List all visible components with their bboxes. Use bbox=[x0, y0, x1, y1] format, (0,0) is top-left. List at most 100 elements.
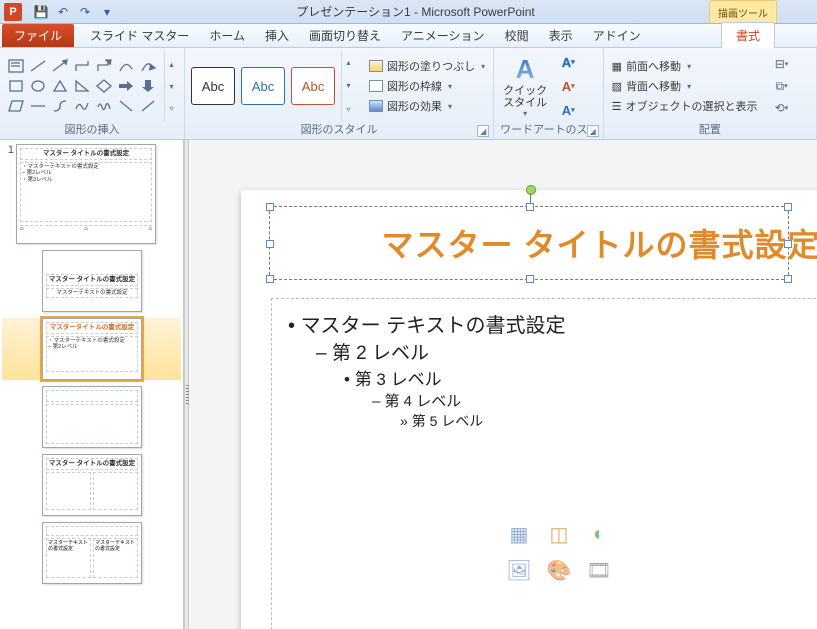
insert-table-icon[interactable]: ▦ bbox=[502, 519, 536, 549]
shape-line3-icon[interactable] bbox=[116, 97, 136, 115]
qat-customize-icon[interactable]: ▾ bbox=[98, 3, 116, 21]
shape-oval-icon[interactable] bbox=[28, 77, 48, 95]
shape-arrow-down-icon[interactable] bbox=[138, 77, 158, 95]
shape-rect-icon[interactable] bbox=[6, 77, 26, 95]
ribbon-tabs: ファイル スライド マスター ホーム 挿入 画面切り替え アニメーション 校閲 … bbox=[0, 24, 817, 48]
styles-dialog-launcher[interactable]: ◢ bbox=[477, 125, 489, 137]
body-level-3: 第 3 レベル bbox=[344, 365, 817, 390]
shape-line4-icon[interactable] bbox=[138, 97, 158, 115]
send-backward-icon: ▧ bbox=[612, 80, 622, 93]
group-label-styles: 図形のスタイル bbox=[301, 124, 378, 136]
shape-style-3[interactable]: Abc bbox=[291, 67, 335, 105]
group-button[interactable]: ⧉▾ bbox=[772, 78, 792, 94]
tab-slide-master[interactable]: スライド マスター bbox=[80, 23, 199, 47]
title-placeholder[interactable]: マスター タイトルの書式設定 bbox=[271, 208, 817, 278]
thumb-master-title: マスター タイトルの書式設定 bbox=[20, 148, 152, 160]
shape-elbow-icon[interactable] bbox=[72, 57, 92, 75]
text-effects-button[interactable]: A▾ bbox=[558, 101, 578, 119]
shape-arrow-line-icon[interactable] bbox=[50, 57, 70, 75]
shape-triangle-icon[interactable] bbox=[50, 77, 70, 95]
insert-picture-icon[interactable]: 🖼 bbox=[502, 555, 536, 585]
thumb-layout-4[interactable]: マスター タイトルの書式設定 bbox=[2, 454, 181, 516]
tab-format[interactable]: 書式 bbox=[721, 22, 775, 48]
shape-curve-arrow-icon[interactable] bbox=[138, 57, 158, 75]
rotate-button[interactable]: ⟲▾ bbox=[772, 100, 792, 116]
thumbnail-pane[interactable]: 1 マスター タイトルの書式設定 ・マスターテキストの書式設定 – 第2レベル … bbox=[0, 140, 184, 629]
shape-style-more[interactable]: ▴▾▿ bbox=[341, 51, 355, 121]
content-placeholder-icons[interactable]: ▦ ◫ ◐ 🖼 🎨 🎞 bbox=[502, 519, 616, 585]
thumb-layout-2[interactable]: マスタータイトルの書式設定 ・マスターテキストの書式設定 – 第2レベル bbox=[2, 318, 181, 380]
app-icon[interactable]: P bbox=[4, 3, 22, 21]
selection-pane-button[interactable]: ☰オブジェクトの選択と表示 bbox=[610, 97, 760, 115]
shape-diamond-icon[interactable] bbox=[94, 77, 114, 95]
shape-connector-icon[interactable] bbox=[50, 97, 70, 115]
shape-arrow-right-icon[interactable] bbox=[116, 77, 136, 95]
body-level-1: マスター テキストの書式設定 bbox=[288, 309, 817, 338]
group-arrange: ▦前面へ移動▾ ▧背面へ移動▾ ☰オブジェクトの選択と表示 ⊟▾ ⧉▾ ⟲▾ 配… bbox=[604, 48, 817, 139]
group-label-shapes: 図形の挿入 bbox=[6, 121, 178, 137]
bring-forward-button[interactable]: ▦前面へ移動▾ bbox=[610, 57, 760, 75]
shape-line-icon[interactable] bbox=[28, 57, 48, 75]
tab-transitions[interactable]: 画面切り替え bbox=[299, 23, 391, 47]
align-button[interactable]: ⊟▾ bbox=[772, 56, 792, 72]
thumb-master[interactable]: 1 マスター タイトルの書式設定 ・マスターテキストの書式設定 – 第2レベル … bbox=[2, 144, 181, 244]
send-backward-button[interactable]: ▧背面へ移動▾ bbox=[610, 77, 760, 95]
shape-style-gallery[interactable]: Abc Abc Abc bbox=[191, 67, 335, 105]
tab-view[interactable]: 表示 bbox=[539, 23, 583, 47]
slide-canvas[interactable]: マスター タイトルの書式設定 マスター テキストの書式設定 第 2 レベル 第 … bbox=[189, 140, 817, 629]
bucket-icon bbox=[369, 60, 383, 72]
thumb-master-body: ・マスターテキストの書式設定 – 第2レベル ・第3レベル bbox=[20, 162, 152, 222]
window-title: プレゼンテーション1 - Microsoft PowerPoint bbox=[122, 3, 709, 20]
tab-insert[interactable]: 挿入 bbox=[255, 23, 299, 47]
tab-home[interactable]: ホーム bbox=[199, 23, 255, 47]
quick-access-toolbar: 💾 ↶ ↷ ▾ bbox=[26, 3, 122, 21]
bring-forward-icon: ▦ bbox=[612, 60, 622, 73]
selection-pane-icon: ☰ bbox=[612, 100, 622, 113]
pen-icon bbox=[369, 80, 383, 92]
thumb-layout-1[interactable]: マスター タイトルの書式設定 マスターテキストの書式設定 bbox=[2, 250, 181, 312]
wordart-A-icon: A bbox=[516, 54, 535, 85]
ribbon: ▴▾▿ 図形の挿入 Abc Abc Abc ▴▾▿ 図形の塗りつぶし▾ 図形の枠… bbox=[0, 48, 817, 140]
redo-icon[interactable]: ↷ bbox=[76, 3, 94, 21]
thumb-layout-3[interactable] bbox=[2, 386, 181, 448]
shape-textbox-icon[interactable] bbox=[6, 57, 26, 75]
shape-style-2[interactable]: Abc bbox=[241, 67, 285, 105]
shapes-gallery[interactable] bbox=[6, 57, 158, 115]
shape-style-1[interactable]: Abc bbox=[191, 67, 235, 105]
insert-media-icon[interactable]: 🎞 bbox=[582, 555, 616, 585]
shape-rtriangle-icon[interactable] bbox=[72, 77, 92, 95]
shape-elbow-arrow-icon[interactable] bbox=[94, 57, 114, 75]
text-fill-button[interactable]: A▾ bbox=[558, 53, 578, 71]
thumb-layout-5[interactable]: マスターテキストの書式設定 マスターテキストの書式設定 bbox=[2, 522, 181, 584]
workspace: 1 マスター タイトルの書式設定 ・マスターテキストの書式設定 – 第2レベル … bbox=[0, 140, 817, 629]
group-shape-styles: Abc Abc Abc ▴▾▿ 図形の塗りつぶし▾ 図形の枠線▾ 図形の効果▾ … bbox=[185, 48, 494, 139]
insert-chart-icon[interactable]: ◫ bbox=[542, 519, 576, 549]
shape-line2-icon[interactable] bbox=[28, 97, 48, 115]
body-placeholder[interactable]: マスター テキストの書式設定 第 2 レベル 第 3 レベル 第 4 レベル 第… bbox=[271, 298, 817, 629]
shape-fill-button[interactable]: 図形の塗りつぶし▾ bbox=[367, 57, 487, 75]
insert-smartart-icon[interactable]: ◐ bbox=[582, 519, 616, 549]
shape-curve-icon[interactable] bbox=[116, 57, 136, 75]
shapes-gallery-more[interactable]: ▴▾▿ bbox=[164, 51, 178, 121]
text-outline-button[interactable]: A▾ bbox=[558, 77, 578, 95]
save-icon[interactable]: 💾 bbox=[32, 3, 50, 21]
file-tab[interactable]: ファイル bbox=[2, 24, 74, 47]
shape-parallelogram-icon[interactable] bbox=[6, 97, 26, 115]
group-label-arrange: 配置 bbox=[610, 121, 810, 137]
undo-icon[interactable]: ↶ bbox=[54, 3, 72, 21]
shape-effects-button[interactable]: 図形の効果▾ bbox=[367, 97, 487, 115]
wordart-dialog-launcher[interactable]: ◢ bbox=[587, 125, 599, 137]
tab-animations[interactable]: アニメーション bbox=[391, 23, 495, 47]
title-bar: P 💾 ↶ ↷ ▾ プレゼンテーション1 - Microsoft PowerPo… bbox=[0, 0, 817, 24]
body-level-4: 第 4 レベル bbox=[372, 390, 817, 411]
body-level-2: 第 2 レベル bbox=[316, 338, 817, 365]
tab-review[interactable]: 校閲 bbox=[495, 23, 539, 47]
insert-clipart-icon[interactable]: 🎨 bbox=[542, 555, 576, 585]
shape-outline-button[interactable]: 図形の枠線▾ bbox=[367, 77, 487, 95]
quick-styles-button[interactable]: A クイック スタイル ▾ bbox=[500, 54, 550, 118]
rotation-handle[interactable] bbox=[526, 185, 536, 195]
tab-addins[interactable]: アドイン bbox=[583, 23, 651, 47]
body-level-5: 第 5 レベル bbox=[400, 411, 817, 431]
shape-scribble-icon[interactable] bbox=[94, 97, 114, 115]
shape-freeform-icon[interactable] bbox=[72, 97, 92, 115]
